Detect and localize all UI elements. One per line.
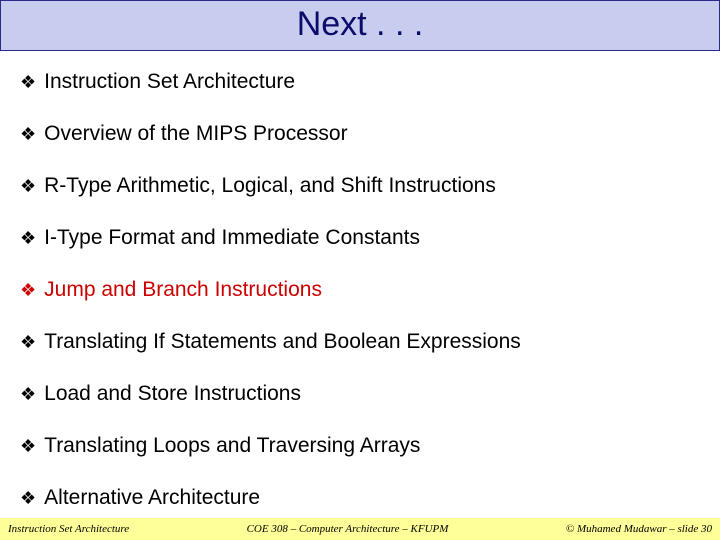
item-text: Jump and Branch Instructions [44, 277, 322, 303]
diamond-bullet-icon: ❖ [20, 433, 36, 459]
footer-left: Instruction Set Architecture [0, 523, 129, 535]
list-item: ❖ Alternative Architecture [20, 485, 700, 511]
title-bar: Next . . . [0, 0, 720, 51]
list-item: ❖ Instruction Set Architecture [20, 69, 700, 95]
diamond-bullet-icon: ❖ [20, 69, 36, 95]
diamond-bullet-icon: ❖ [20, 277, 36, 303]
footer-bar: Instruction Set Architecture COE 308 – C… [0, 518, 720, 540]
diamond-bullet-icon: ❖ [20, 225, 36, 251]
diamond-bullet-icon: ❖ [20, 381, 36, 407]
list-item: ❖ Translating Loops and Traversing Array… [20, 433, 700, 459]
footer-right: © Muhamed Mudawar – slide 30 [566, 523, 720, 535]
list-item: ❖ I-Type Format and Immediate Constants [20, 225, 700, 251]
diamond-bullet-icon: ❖ [20, 173, 36, 199]
list-item: ❖ Jump and Branch Instructions [20, 277, 700, 303]
item-text: Overview of the MIPS Processor [44, 121, 347, 147]
item-text: I-Type Format and Immediate Constants [44, 225, 420, 251]
diamond-bullet-icon: ❖ [20, 121, 36, 147]
list-item: ❖ Translating If Statements and Boolean … [20, 329, 700, 355]
list-item: ❖ Load and Store Instructions [20, 381, 700, 407]
item-text: Load and Store Instructions [44, 381, 301, 407]
item-text: Translating Loops and Traversing Arrays [44, 433, 420, 459]
item-text: Alternative Architecture [44, 485, 260, 511]
list-item: ❖ R-Type Arithmetic, Logical, and Shift … [20, 173, 700, 199]
item-text: Translating If Statements and Boolean Ex… [44, 329, 521, 355]
item-text: Instruction Set Architecture [44, 69, 295, 95]
diamond-bullet-icon: ❖ [20, 485, 36, 511]
diamond-bullet-icon: ❖ [20, 329, 36, 355]
list-item: ❖ Overview of the MIPS Processor [20, 121, 700, 147]
outline-list: ❖ Instruction Set Architecture ❖ Overvie… [0, 51, 720, 511]
footer-center: COE 308 – Computer Architecture – KFUPM [129, 523, 566, 535]
slide-title: Next . . . [297, 5, 424, 43]
item-text: R-Type Arithmetic, Logical, and Shift In… [44, 173, 496, 199]
